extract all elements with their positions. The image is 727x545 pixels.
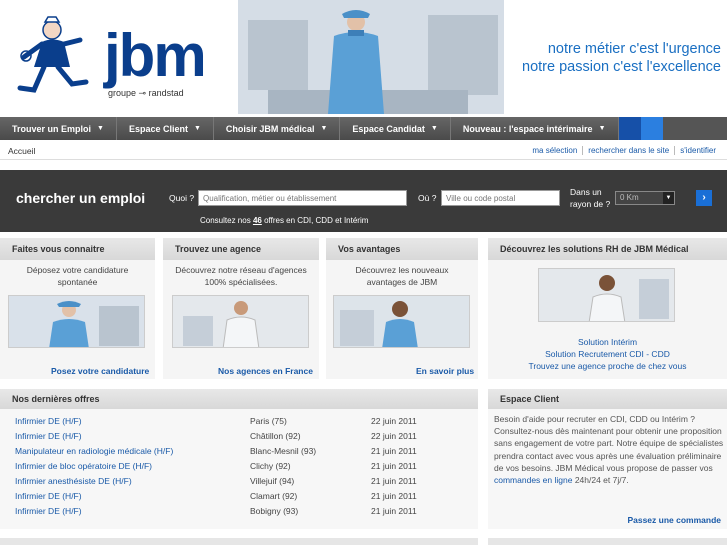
solutions-image (538, 268, 675, 322)
trouvez-agence-link[interactable]: Trouvez une agence proche de chez vous (488, 360, 727, 372)
offer-title[interactable]: Infirmier anesthésiste DE (H/F) (15, 476, 132, 486)
offer-title[interactable]: Infirmier de bloc opératoire DE (H/F) (15, 461, 152, 471)
caret-down-icon: ▼ (320, 125, 328, 132)
en-savoir-plus-link[interactable]: En savoir plus (416, 366, 474, 376)
ou-label: Où ? (418, 193, 437, 203)
section-divider (488, 538, 727, 545)
offer-row[interactable]: Infirmier de bloc opératoire DE (H/F) Cli… (0, 461, 478, 476)
nurse-mascot-icon (17, 16, 89, 93)
site-header: jbm groupe ⊸ randstad notre métier c'est… (0, 0, 727, 117)
offer-city: Clichy (92) (250, 461, 291, 471)
offers-title: Nos dernières offres (0, 389, 478, 409)
offer-date: 21 juin 2011 (371, 461, 417, 471)
offer-date: 21 juin 2011 (371, 491, 417, 501)
offer-row[interactable]: Infirmier DE (H/F) Paris (75) 22 juin 2011 (0, 416, 478, 431)
offer-title[interactable]: Infirmier DE (H/F) (15, 431, 82, 441)
commandes-en-ligne-link[interactable]: commandes en ligne (494, 475, 572, 485)
chevron-down-icon: ▼ (663, 192, 674, 204)
client-title: Espace Client (488, 389, 727, 409)
box-title: Trouvez une agence (163, 238, 319, 260)
nos-agences-link[interactable]: Nos agences en France (218, 366, 313, 376)
offer-row[interactable]: Infirmier DE (H/F) Bobigny (93) 21 juin 20… (0, 506, 478, 521)
box-title: Faites vous connaitre (0, 238, 155, 260)
espace-client-box: Espace Client Besoin d'aide pour recrute… (488, 389, 727, 529)
jbm-logo[interactable]: jbm groupe ⊸ randstad (12, 12, 207, 102)
nav-accent-block (618, 117, 641, 140)
passez-commande-link[interactable]: Passez une commande (627, 515, 721, 525)
box-desc: Déposez votre candidature spontanée (26, 265, 129, 287)
link-ma-selection[interactable]: ma sélection (527, 146, 582, 155)
search-title: chercher un emploi (16, 190, 146, 206)
candidature-image (8, 295, 145, 348)
offer-title[interactable]: Infirmier DE (H/F) (15, 506, 82, 516)
search-go-button[interactable]: › (696, 190, 712, 206)
nav-filler (662, 117, 727, 140)
solutions-links: Solution Intérim Solution Recrutement CD… (488, 336, 727, 372)
offer-date: 22 juin 2011 (371, 431, 417, 441)
link-identifier[interactable]: s'identifier (674, 146, 721, 155)
rayon-label-1: Dans un (570, 187, 602, 197)
client-text: Besoin d'aide pour recruter en CDI, CDD … (494, 414, 724, 486)
logo-wordmark: jbm (104, 22, 207, 89)
offer-city: Châtillon (92) (250, 431, 301, 441)
solution-interim-link[interactable]: Solution Intérim (488, 336, 727, 348)
offer-city: Blanc-Mesnil (93) (250, 446, 317, 456)
box-desc: Découvrez les nouveaux avantages de JBM (355, 265, 449, 287)
rayon-value: 0 Km (620, 193, 639, 202)
nav-trouver-emploi[interactable]: Trouver un Emploi ▼ (0, 117, 117, 140)
offers-count-link[interactable]: 46 (253, 216, 262, 225)
solution-recrutement-link[interactable]: Solution Recrutement CDI - CDD (488, 348, 727, 360)
offer-row[interactable]: Infirmier anesthésiste DE (H/F) Villejuif… (0, 476, 478, 491)
nav-espace-interimaire[interactable]: Nouveau : l'espace intérimaire ▼ (450, 117, 619, 140)
offer-row[interactable]: Infirmier DE (H/F) Châtillon (92) 22 juin … (0, 431, 478, 446)
offer-city: Clamart (92) (250, 491, 298, 501)
offer-row[interactable]: Manipulateur en radiologie médicale (H/F… (0, 446, 478, 461)
nav-choisir-jbm[interactable]: Choisir JBM médical ▼ (213, 117, 341, 140)
offer-row[interactable]: Infirmier DE (H/F) Clamart (92) 21 juin 20… (0, 491, 478, 506)
link-rechercher-site[interactable]: rechercher dans le site (582, 146, 674, 155)
slogan-line-2: notre passion c'est l'excellence (522, 59, 721, 75)
offer-date: 21 juin 2011 (371, 476, 417, 486)
nav-espace-client[interactable]: Espace Client ▼ (116, 117, 214, 140)
breadcrumb-bar: Accueil ma sélection rechercher dans le … (0, 143, 727, 160)
box-title: Découvrez les solutions RH de JBM Médica… (488, 238, 727, 260)
offer-city: Bobigny (93) (250, 506, 299, 516)
utility-links: ma sélection rechercher dans le site s'i… (527, 146, 721, 155)
offer-title[interactable]: Infirmier DE (H/F) (15, 491, 82, 501)
offer-date: 21 juin 2011 (371, 506, 417, 516)
caret-down-icon: ▼ (430, 125, 438, 132)
box-title: Vos avantages (326, 238, 478, 260)
main-nav: Trouver un Emploi ▼ Espace Client ▼ Choisi… (0, 117, 727, 140)
latest-offers: Nos dernières offres Infirmier DE (H/F) P… (0, 389, 478, 529)
offer-date: 21 juin 2011 (371, 446, 417, 456)
caret-down-icon: ▼ (598, 125, 606, 132)
offer-city: Villejuif (94) (250, 476, 295, 486)
rayon-select[interactable]: 0 Km ▼ (615, 191, 675, 205)
offers-count-text: Consultez nos 46 offres en CDI, CDD et I… (200, 216, 369, 225)
nav-espace-candidat[interactable]: Espace Candidat ▼ (340, 117, 451, 140)
agence-image (172, 295, 309, 348)
caret-down-icon: ▼ (193, 125, 201, 132)
logo-subtitle: groupe ⊸ randstad (108, 88, 184, 98)
posez-candidature-link[interactable]: Posez votre candidature (51, 366, 149, 376)
caret-down-icon: ▼ (97, 125, 104, 132)
breadcrumb[interactable]: Accueil (8, 146, 35, 156)
offer-title[interactable]: Infirmier DE (H/F) (15, 416, 82, 426)
quoi-input[interactable] (198, 190, 407, 206)
hero-image (238, 0, 504, 114)
slogan: notre métier c'est l'urgence notre passi… (522, 40, 721, 76)
quoi-label: Quoi ? (169, 193, 195, 203)
slogan-line-1: notre métier c'est l'urgence (547, 41, 721, 57)
section-divider (0, 538, 478, 545)
offer-date: 22 juin 2011 (371, 416, 417, 426)
offer-title[interactable]: Manipulateur en radiologie médicale (H/F… (15, 446, 173, 456)
offer-city: Paris (75) (250, 416, 287, 426)
box-desc: Découvrez notre réseau d'agences 100% sp… (175, 265, 307, 287)
nav-accent-block (640, 117, 663, 140)
rayon-label-2: rayon de ? (570, 199, 611, 209)
avantages-image (333, 295, 470, 348)
operating-room-image (238, 0, 504, 114)
ou-input[interactable] (441, 190, 560, 206)
